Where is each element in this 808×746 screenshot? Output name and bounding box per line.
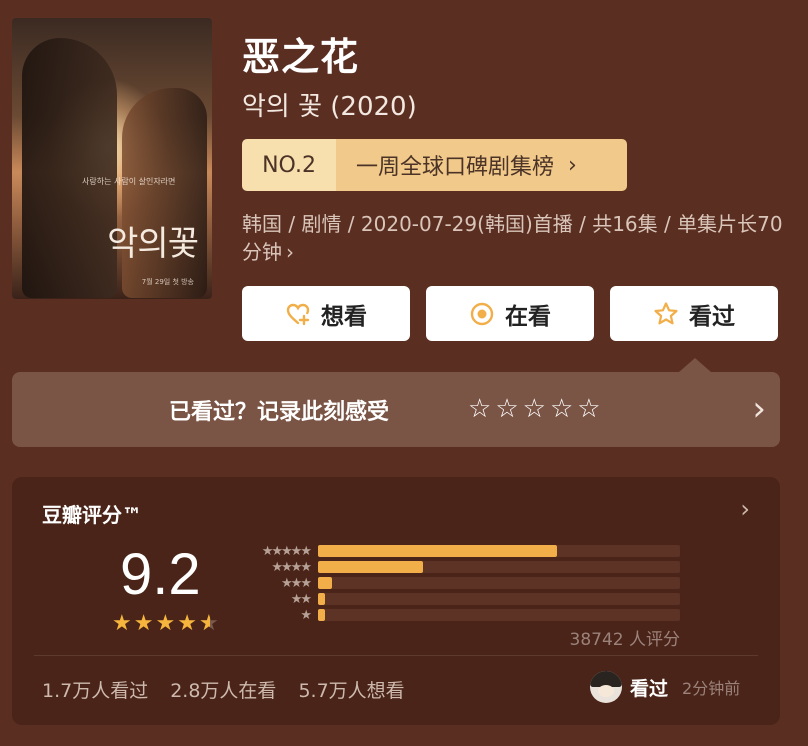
star-level-icons: ★★★★★: [261, 543, 312, 559]
watched-label: 看过: [689, 303, 735, 330]
watching-button[interactable]: 在看: [426, 286, 594, 341]
chevron-right-icon: ›: [568, 152, 577, 178]
meta-text: 韩国 / 剧情 / 2020-07-29(韩国)首播 / 共16集 / 单集片长…: [242, 212, 783, 264]
rank-label-text: 一周全球口碑剧集榜: [356, 155, 555, 180]
poster-image[interactable]: 사랑하는 사람이 살인자라면 악의꽃 7월 29일 첫 방송: [12, 18, 212, 299]
chevron-right-icon[interactable]: ›: [752, 389, 766, 429]
chevron-right-icon[interactable]: ›: [740, 495, 750, 523]
star-outline-icon: [654, 301, 678, 324]
rank-label: 一周全球口碑剧集榜 ›: [336, 139, 627, 191]
distribution-bar-fill: [318, 561, 423, 573]
distribution-bar-fill: [318, 577, 333, 589]
star-level-icons: ★: [300, 607, 312, 623]
star-level-icons: ★★: [290, 591, 312, 607]
star-filled-icon: ★: [155, 611, 176, 636]
distribution-bar-track: [318, 577, 680, 589]
chevron-right-icon: ›: [286, 240, 294, 264]
star-outline-icon[interactable]: ☆: [550, 396, 573, 422]
star-outline-icon[interactable]: ☆: [523, 396, 546, 422]
star-level-icons: ★★★: [281, 575, 312, 591]
want-to-watch-button[interactable]: 想看: [242, 286, 410, 341]
distribution-row: ★★★★★: [240, 543, 680, 559]
score-value: 9.2: [120, 542, 201, 607]
watching-count[interactable]: 2.8万人在看: [170, 676, 276, 703]
avatar[interactable]: [590, 671, 622, 703]
poster-date: 7월 29일 첫 방송: [141, 278, 194, 286]
star-filled-icon: ★: [177, 611, 197, 636]
star-filled-icon: ★: [112, 611, 132, 636]
avatar-face: [598, 685, 614, 697]
rank-badge[interactable]: NO.2 一周全球口碑剧集榜 ›: [242, 139, 627, 191]
original-title: 악의 꽃 (2020): [242, 92, 417, 122]
target-icon: [470, 302, 494, 325]
want-to-watch-label: 想看: [321, 303, 367, 330]
distribution-row: ★★: [240, 591, 680, 607]
show-meta[interactable]: 韩国 / 剧情 / 2020-07-29(韩国)首播 / 共16集 / 单集片长…: [242, 210, 787, 266]
poster-figure-man: [22, 38, 117, 298]
friend-status: 看过: [630, 677, 669, 700]
watching-label: 在看: [505, 303, 551, 330]
want-count[interactable]: 5.7万人想看: [298, 676, 404, 703]
poster-title: 악의꽃: [107, 224, 199, 264]
rating-count: 38742 人评分: [569, 630, 680, 650]
distribution-row: ★★★: [240, 575, 680, 591]
rating-distribution: ★★★★★ ★★★★ ★★★ ★★ ★: [240, 543, 680, 623]
star-outline-icon[interactable]: ☆: [577, 396, 600, 422]
action-buttons: 想看 在看 看过: [242, 286, 778, 341]
distribution-bar-fill: [318, 545, 557, 557]
rate-stars: ☆ ☆ ☆ ☆ ☆: [468, 396, 601, 422]
score-stars: ★ ★ ★ ★ ★: [112, 611, 219, 636]
rating-card-title: 豆瓣评分™: [42, 503, 142, 527]
distribution-row: ★★★★: [240, 559, 680, 575]
rating-card[interactable]: 豆瓣评分™ › 9.2 ★ ★ ★ ★ ★ ★ ★★★★ ★ ★★★ ★ ★★ ★ ★ …: [12, 477, 780, 725]
popover-pointer: [679, 358, 711, 372]
friend-activity[interactable]: 看过 2分钟前: [590, 671, 740, 703]
heart-plus-icon: [286, 303, 310, 325]
star-half-icon: ★: [199, 613, 219, 636]
distribution-bar-fill: [318, 609, 326, 621]
star-filled-icon: ★: [133, 611, 154, 636]
rate-prompt-text: 已看过？记录此刻感受: [169, 400, 390, 425]
poster-tagline: 사랑하는 사람이 살인자라면: [82, 177, 176, 186]
rate-prompt[interactable]: 已看过？记录此刻感受 ☆ ☆ ☆ ☆ ☆ ›: [12, 372, 780, 447]
watch-stats: 1.7万人看过 2.8万人在看 5.7万人想看: [42, 676, 405, 703]
friend-time: 2分钟前: [682, 679, 741, 698]
star-outline-icon[interactable]: ☆: [468, 396, 491, 422]
divider: [34, 655, 758, 656]
distribution-bar-fill: [318, 593, 326, 605]
watched-count[interactable]: 1.7万人看过: [42, 676, 148, 703]
distribution-bar-track: [318, 609, 680, 621]
star-level-icons: ★★★★: [271, 559, 312, 575]
watched-button[interactable]: 看过: [610, 286, 778, 341]
distribution-bar-track: [318, 545, 680, 557]
poster-figure-woman: [122, 88, 207, 298]
distribution-bar-track: [318, 593, 680, 605]
distribution-bar-track: [318, 561, 680, 573]
show-title: 恶之花: [242, 35, 360, 79]
distribution-row: ★: [240, 607, 680, 623]
star-outline-icon[interactable]: ☆: [495, 396, 518, 422]
rank-number: NO.2: [242, 139, 336, 191]
